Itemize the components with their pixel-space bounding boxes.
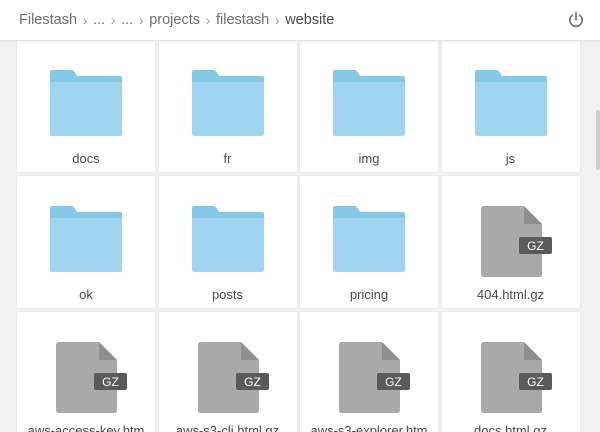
folder-item[interactable]: img <box>300 40 438 172</box>
file-type-badge: GZ <box>102 375 119 389</box>
file-item[interactable]: GZ aws-s3-cli.html.gz <box>158 312 297 432</box>
item-name: pricing <box>349 287 389 302</box>
folder-item[interactable]: js <box>441 40 580 172</box>
folder-item[interactable]: docs <box>17 40 155 172</box>
item-name: 404.html.gz <box>476 287 545 302</box>
item-name: docs <box>72 151 100 166</box>
folder-icon <box>333 70 405 136</box>
archive-file-icon: GZ <box>56 342 127 413</box>
folder-item[interactable]: pricing <box>300 176 438 308</box>
file-type-badge: GZ <box>527 375 544 389</box>
file-browser: docs fr img js ok posts pricing GZ 404.html.gz GZ… <box>0 40 600 432</box>
archive-file-icon: GZ <box>480 206 552 277</box>
item-name: docs.html.gz <box>474 423 547 432</box>
item-name: aws-access-key.htm <box>27 423 145 432</box>
breadcrumb-item-ellipsis[interactable]: ... <box>93 12 105 28</box>
breadcrumb-separator: › <box>138 12 144 28</box>
item-name: posts <box>211 287 244 302</box>
scrollbar[interactable] <box>596 110 600 170</box>
breadcrumb-separator: › <box>82 12 88 28</box>
archive-file-icon: GZ <box>480 342 552 413</box>
item-name: img <box>358 151 380 166</box>
file-item[interactable]: GZ aws-s3-explorer.htm <box>300 312 438 432</box>
archive-file-icon: GZ <box>197 342 269 413</box>
folder-icon <box>191 70 264 136</box>
top-bar: Filestash › ... › ... › projects › files… <box>0 0 600 41</box>
folder-icon <box>191 206 264 272</box>
item-name: aws-s3-explorer.htm <box>310 423 428 432</box>
folder-item[interactable]: posts <box>158 176 297 308</box>
file-item[interactable]: GZ aws-access-key.htm <box>17 312 155 432</box>
item-name: ok <box>79 287 93 302</box>
breadcrumb-separator: › <box>110 12 116 28</box>
item-name: aws-s3-cli.html.gz <box>175 423 280 432</box>
file-item[interactable]: GZ 404.html.gz <box>441 176 580 308</box>
breadcrumb-item-ellipsis[interactable]: ... <box>121 12 133 28</box>
folder-icon <box>474 70 547 136</box>
item-name: fr <box>223 151 232 166</box>
file-type-badge: GZ <box>244 375 261 389</box>
file-type-badge: GZ <box>527 239 544 253</box>
breadcrumb: Filestash › ... › ... › projects › files… <box>19 0 334 40</box>
power-icon[interactable] <box>567 11 585 29</box>
folder-icon <box>333 206 405 272</box>
file-type-badge: GZ <box>385 375 402 389</box>
folder-item[interactable]: ok <box>17 176 155 308</box>
item-name: js <box>505 151 516 166</box>
breadcrumb-separator: › <box>205 12 211 28</box>
folder-item[interactable]: fr <box>158 40 297 172</box>
breadcrumb-item-filestash[interactable]: filestash <box>216 12 269 28</box>
breadcrumb-separator: › <box>274 12 280 28</box>
breadcrumb-item-current: website <box>285 12 335 28</box>
folder-icon <box>50 70 122 136</box>
folder-icon <box>50 206 122 272</box>
breadcrumb-item-root[interactable]: Filestash <box>19 12 77 28</box>
archive-file-icon: GZ <box>339 342 410 413</box>
file-item[interactable]: GZ docs.html.gz <box>441 312 580 432</box>
breadcrumb-item-projects[interactable]: projects <box>149 12 200 28</box>
